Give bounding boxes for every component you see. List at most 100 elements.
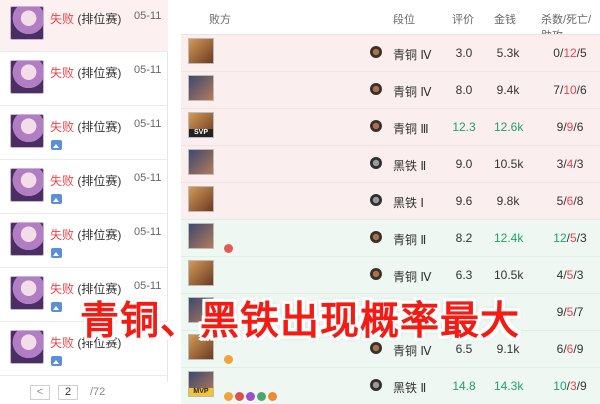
rank-emblem-icon <box>370 268 382 280</box>
image-icon <box>51 194 62 204</box>
assists: 3 <box>576 268 584 282</box>
rank-tier: 青铜 Ⅳ <box>393 48 432 62</box>
player-gold: 9.4k <box>496 83 520 97</box>
deaths: 5 <box>566 268 574 282</box>
match-result: 失败 (排位赛) <box>50 172 121 189</box>
match-date: 05-11 <box>134 64 162 76</box>
match-date: 05-11 <box>134 280 162 292</box>
table-header: 败方 段位 评价 金钱 杀数/死亡/助攻 <box>181 0 600 42</box>
match-type-label: (排位赛) <box>77 120 122 134</box>
match-list-item[interactable]: 失败 (排位赛) 05-11 <box>0 216 168 268</box>
player-row[interactable]: 青铜 Ⅳ 8.0 9.4k 7/10/6 <box>181 71 600 108</box>
header-team: 败方 <box>209 14 231 26</box>
champion-avatar <box>188 149 214 175</box>
player-score: 8.0 <box>455 83 473 97</box>
player-score: 14.8 <box>452 379 476 393</box>
kills: 9 <box>556 120 564 134</box>
player-gold: 14.3k <box>494 379 524 393</box>
deaths: 10 <box>563 83 577 97</box>
header-gold: 金钱 <box>494 14 516 26</box>
match-result: 失败 (排位赛) <box>50 118 121 135</box>
kills: 12 <box>553 231 567 245</box>
match-result-label: 失败 <box>50 228 75 242</box>
champion-avatar <box>188 223 214 249</box>
item-badges <box>224 242 235 253</box>
player-gold: 10.5k <box>494 157 524 171</box>
rank-tier: 青铜 Ⅳ <box>393 270 432 284</box>
player-score: 3.0 <box>455 46 473 60</box>
match-list-item[interactable]: 失败 (排位赛) 05-11 <box>0 162 168 214</box>
champion-avatar <box>188 75 214 101</box>
rank-tier: 青铜 Ⅳ <box>393 85 432 99</box>
match-type-label: (排位赛) <box>77 66 122 80</box>
deaths: 6 <box>566 194 574 208</box>
champion-avatar <box>10 60 44 94</box>
match-result-label: 失败 <box>50 120 75 134</box>
deaths: 9 <box>566 120 574 134</box>
assists: 5 <box>580 46 587 60</box>
kills: 0 <box>553 46 560 60</box>
player-row[interactable]: 黑铁 Ⅰ 9.6 9.8k 5/6/8 <box>181 182 600 219</box>
assists: 9 <box>580 379 587 393</box>
deaths: 5 <box>569 231 577 245</box>
champion-avatar <box>10 6 44 40</box>
current-page-input[interactable]: 2 <box>58 385 78 400</box>
match-date: 05-11 <box>134 172 162 184</box>
player-row[interactable]: 青铜 Ⅳ 6.3 10.5k 4/5/3 <box>181 256 600 293</box>
caption-overlay: 青铜、黑铁出现概率最大 <box>79 299 520 344</box>
champion-avatar <box>10 222 44 256</box>
champion-avatar <box>188 260 214 286</box>
kills: 7 <box>553 83 560 97</box>
match-result: 失败 (排位赛) <box>50 226 121 243</box>
match-result: 失败 (排位赛) <box>50 10 121 27</box>
match-list-item[interactable]: 失败 (排位赛) 05-11 <box>0 108 168 160</box>
match-type-label: (排位赛) <box>77 12 122 26</box>
player-kda: 4/5/3 <box>556 268 584 282</box>
player-row[interactable]: 青铜 Ⅱ 8.2 12.4k 12/5/3 <box>181 219 600 256</box>
match-type-label: (排位赛) <box>77 174 122 188</box>
player-row[interactable]: 青铜 Ⅳ 3.0 5.3k 0/12/5 <box>181 34 600 71</box>
player-gold: 12.4k <box>494 231 524 245</box>
rank-emblem-icon <box>370 157 382 169</box>
header-tier: 段位 <box>393 14 415 26</box>
player-gold: 9.8k <box>496 194 520 208</box>
champion-avatar <box>188 186 214 212</box>
match-date: 05-11 <box>134 118 162 130</box>
champion-avatar <box>10 114 44 148</box>
image-icon <box>51 140 62 150</box>
match-date: 05-11 <box>134 226 162 238</box>
match-list-item[interactable]: 失败 (排位赛) 05-11 <box>0 54 168 106</box>
deaths: 12 <box>563 46 577 60</box>
rank-emblem-icon <box>370 194 382 206</box>
assists: 6 <box>580 83 587 97</box>
prev-page-button[interactable]: < <box>30 385 50 400</box>
rank-tier: 黑铁 Ⅱ <box>393 381 427 395</box>
assists: 8 <box>576 194 584 208</box>
player-score: 12.3 <box>452 120 476 134</box>
match-list-item[interactable]: 失败 (排位赛) 05-11 <box>0 0 168 52</box>
player-kda: 0/12/5 <box>553 46 587 60</box>
player-row[interactable]: 青铜 Ⅲ 12.3 12.6k 9/9/6 <box>181 108 600 145</box>
rank-emblem-icon <box>370 83 382 95</box>
player-gold: 5.3k <box>496 46 520 60</box>
champion-avatar <box>188 112 214 138</box>
player-kda: 9/9/6 <box>556 120 584 134</box>
player-kda: 7/10/6 <box>553 83 587 97</box>
badge-icon <box>224 244 233 253</box>
assists: 3 <box>580 231 587 245</box>
item-badges <box>224 390 279 401</box>
player-kda: 5/6/8 <box>556 194 584 208</box>
player-row[interactable]: 黑铁 Ⅱ 14.8 14.3k 10/3/9 <box>181 367 600 404</box>
match-date: 05-11 <box>134 10 162 22</box>
pagination: <2/72 <box>0 382 168 400</box>
player-score: 6.3 <box>455 268 473 282</box>
total-pages: /72 <box>90 386 106 398</box>
image-icon <box>51 248 62 258</box>
rank-tier: 黑铁 Ⅰ <box>393 196 424 210</box>
header-score: 评价 <box>452 14 474 26</box>
image-icon <box>51 356 62 366</box>
match-result-label: 失败 <box>50 12 75 26</box>
player-row[interactable]: 黑铁 Ⅱ 9.0 10.5k 3/4/3 <box>181 145 600 182</box>
player-score: 9.0 <box>455 157 473 171</box>
match-result-label: 失败 <box>50 66 75 80</box>
